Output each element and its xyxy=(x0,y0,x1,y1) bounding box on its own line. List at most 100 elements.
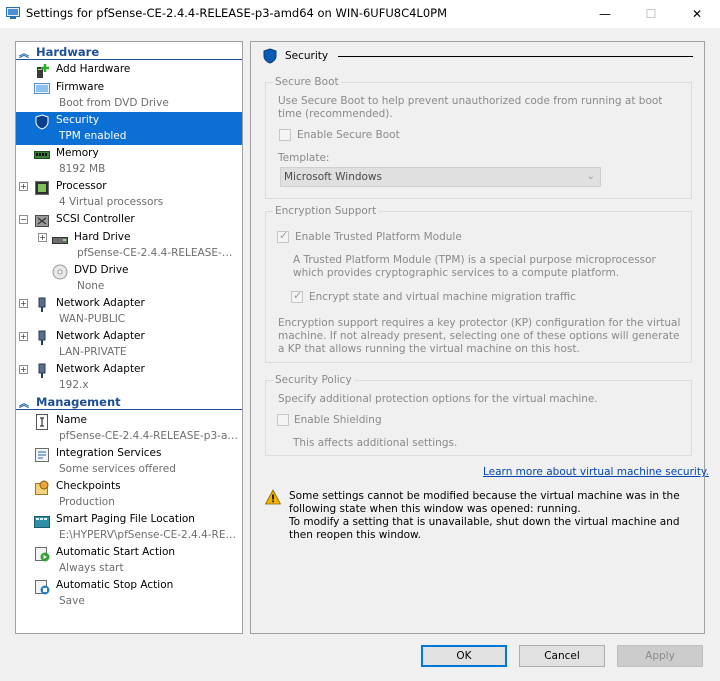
sidebar-item-sub: Production xyxy=(59,496,115,508)
name-icon xyxy=(36,414,48,430)
sidebar-item-add-hardware[interactable]: Add Hardware xyxy=(16,61,242,79)
auto-start-icon xyxy=(35,547,50,562)
sidebar-item-auto-stop[interactable]: Automatic Stop Action Save xyxy=(16,577,242,610)
sidebar-item-name[interactable]: Name pfSense-CE-2.4.4-RELEASE-p3-am... xyxy=(16,412,242,445)
sidebar-item-label: SCSI Controller xyxy=(56,213,135,225)
warning-line-1: Some settings cannot be modified because… xyxy=(289,490,680,515)
encrypt-traffic-label: Encrypt state and virtual machine migrat… xyxy=(309,291,576,303)
sidebar-item-label: Memory xyxy=(56,147,99,159)
sidebar-item-firmware[interactable]: Firmware Boot from DVD Drive xyxy=(16,79,242,112)
enable-shielding-checkbox[interactable] xyxy=(277,414,289,426)
smart-paging-icon xyxy=(34,516,50,528)
group-title: Security Policy xyxy=(273,374,354,386)
expand-plus-icon[interactable]: + xyxy=(19,299,28,308)
settings-tree[interactable]: ︽ Hardware Add Hardware Firmware Boot fr… xyxy=(15,41,243,634)
tpm-description: A Trusted Platform Module (TPM) is a spe… xyxy=(293,254,656,279)
minimize-button[interactable]: — xyxy=(582,0,628,28)
sidebar-item-integration-services[interactable]: Integration Services Some services offer… xyxy=(16,445,242,478)
chevron-down-icon: ⌄ xyxy=(586,171,595,182)
group-title: Encryption Support xyxy=(273,205,379,217)
sidebar-item-label: Automatic Start Action xyxy=(56,546,176,558)
sidebar-item-sub: 8192 MB xyxy=(59,163,106,175)
sidebar-item-processor[interactable]: + Processor 4 Virtual processors xyxy=(16,178,242,211)
security-policy-group: Security Policy Specify additional prote… xyxy=(265,374,692,456)
shielding-note: This affects additional settings. xyxy=(293,437,458,449)
apply-button[interactable]: Apply xyxy=(617,645,703,667)
sidebar-item-sub: TPM enabled xyxy=(59,130,127,142)
encrypt-traffic-checkbox[interactable] xyxy=(291,289,303,303)
sidebar-item-label: Network Adapter xyxy=(56,330,145,342)
sidebar-item-label: Firmware xyxy=(56,81,105,93)
sidebar-item-dvd-drive[interactable]: DVD Drive None xyxy=(16,262,242,295)
sidebar-item-sub: Boot from DVD Drive xyxy=(59,97,169,109)
sidebar-item-sub: Always start xyxy=(59,562,124,574)
warning-message: Some settings cannot be modified because… xyxy=(289,490,694,542)
sidebar-item-memory[interactable]: Memory 8192 MB xyxy=(16,145,242,178)
collapse-chevron-icon[interactable]: ︽ xyxy=(19,45,31,60)
title-bar: Settings for pfSense-CE-2.4.4-RELEASE-p3… xyxy=(0,0,720,28)
close-button[interactable]: ✕ xyxy=(674,0,720,28)
management-category-header[interactable]: ︽ Management xyxy=(16,394,242,410)
sidebar-item-label: Network Adapter xyxy=(56,363,145,375)
sidebar-item-sub: 192.x xyxy=(59,379,89,391)
network-adapter-icon xyxy=(38,363,46,378)
sidebar-item-smart-paging[interactable]: Smart Paging File Location E:\HYPERV\pfS… xyxy=(16,511,242,544)
secure-boot-group: Secure Boot Use Secure Boot to help prev… xyxy=(265,76,692,199)
collapse-chevron-icon[interactable]: ︽ xyxy=(19,395,31,410)
hardware-header-label: Hardware xyxy=(36,45,100,59)
warning-icon xyxy=(265,489,281,505)
processor-icon xyxy=(35,181,49,195)
sidebar-item-sub: Some services offered xyxy=(59,463,176,475)
shield-icon xyxy=(263,48,277,64)
divider xyxy=(16,59,242,60)
sidebar-item-label: Name xyxy=(56,414,87,426)
sidebar-item-network-adapter-1[interactable]: + Network Adapter WAN-PUBLIC xyxy=(16,295,242,328)
network-adapter-icon xyxy=(38,297,46,312)
expand-plus-icon[interactable]: + xyxy=(19,332,28,341)
key-protector-note: Encryption support requires a key protec… xyxy=(278,317,681,355)
enable-tpm-label: Enable Trusted Platform Module xyxy=(295,231,462,243)
sidebar-item-sub: 4 Virtual processors xyxy=(59,196,164,208)
enable-tpm-checkbox[interactable] xyxy=(277,229,289,243)
template-select-value: Microsoft Windows xyxy=(284,171,382,183)
sidebar-item-sub: pfSense-CE-2.4.4-RELEASE-p3-am... xyxy=(59,430,239,442)
enable-shielding-label: Enable Shielding xyxy=(294,414,382,426)
section-title: Security xyxy=(285,50,329,62)
expand-plus-icon[interactable]: + xyxy=(19,182,28,191)
collapse-minus-icon[interactable]: − xyxy=(19,215,28,224)
cancel-button[interactable]: Cancel xyxy=(519,645,605,667)
sidebar-item-hard-drive[interactable]: + Hard Drive pfSense-CE-2.4.4-RELEASE-p.… xyxy=(16,229,242,262)
divider xyxy=(338,56,693,57)
sidebar-item-label: DVD Drive xyxy=(74,264,129,276)
memory-icon xyxy=(34,151,50,159)
sidebar-item-label: Processor xyxy=(56,180,107,192)
template-select[interactable]: Microsoft Windows ⌄ xyxy=(280,167,601,187)
section-header: Security xyxy=(263,48,693,64)
sidebar-item-label: Integration Services xyxy=(56,447,162,459)
enable-secure-boot-checkbox[interactable] xyxy=(279,129,291,141)
management-header-label: Management xyxy=(36,395,121,409)
template-label: Template: xyxy=(278,152,330,164)
sidebar-item-label: Automatic Stop Action xyxy=(56,579,174,591)
expand-plus-icon[interactable]: + xyxy=(38,233,47,242)
group-title: Secure Boot xyxy=(273,76,341,88)
sidebar-item-checkpoints[interactable]: Checkpoints Production xyxy=(16,478,242,511)
learn-more-link[interactable]: Learn more about virtual machine securit… xyxy=(483,466,709,478)
encryption-support-group: Encryption Support Enable Trusted Platfo… xyxy=(265,205,692,363)
sidebar-item-sub: E:\HYPERV\pfSense-CE-2.4.4-REL... xyxy=(59,529,239,541)
sidebar-item-security[interactable]: Security TPM enabled xyxy=(16,112,242,145)
sidebar-item-label: Checkpoints xyxy=(56,480,121,492)
sidebar-item-auto-start[interactable]: Automatic Start Action Always start xyxy=(16,544,242,577)
ok-button[interactable]: OK xyxy=(421,645,507,667)
window-title: Settings for pfSense-CE-2.4.4-RELEASE-p3… xyxy=(26,6,447,20)
expand-plus-icon[interactable]: + xyxy=(19,365,28,374)
hyperv-settings-icon xyxy=(6,7,20,19)
sidebar-item-network-adapter-3[interactable]: + Network Adapter 192.x xyxy=(16,361,242,394)
sidebar-item-network-adapter-2[interactable]: + Network Adapter LAN-PRIVATE xyxy=(16,328,242,361)
maximize-button[interactable]: ☐ xyxy=(628,0,674,28)
sidebar-item-scsi-controller[interactable]: − SCSI Controller xyxy=(16,211,242,229)
network-adapter-icon xyxy=(38,330,46,345)
sidebar-item-sub: WAN-PUBLIC xyxy=(59,313,126,325)
hardware-category-header[interactable]: ︽ Hardware xyxy=(16,44,242,60)
warning-line-2: To modify a setting that is unavailable,… xyxy=(289,516,680,541)
